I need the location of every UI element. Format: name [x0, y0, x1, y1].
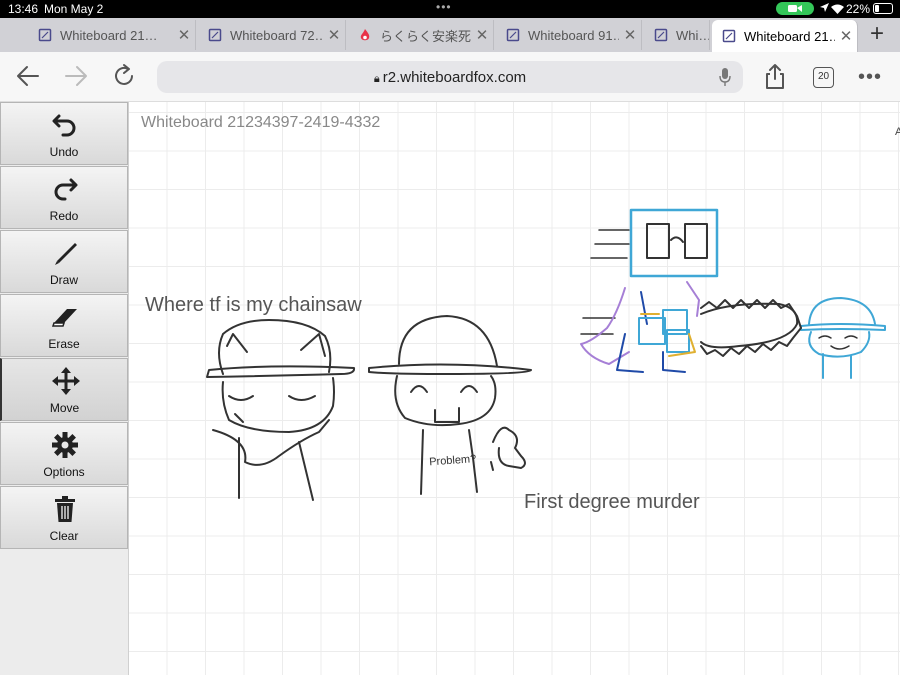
more-menu-icon[interactable]: •••	[858, 66, 882, 89]
clear-label: Clear	[49, 529, 79, 543]
undo-icon	[52, 114, 76, 137]
forward-arrow-icon	[65, 66, 87, 86]
cube-head-character-sketch	[580, 208, 719, 373]
redo-button[interactable]: Redo	[0, 166, 128, 229]
undo-button[interactable]: Undo	[0, 102, 128, 165]
lock-icon: 🔒︎	[373, 73, 383, 85]
reload-button[interactable]	[110, 62, 140, 92]
back-arrow-icon	[17, 66, 39, 86]
address-bar[interactable]: 🔒︎ r2.whiteboardfox.com	[157, 61, 743, 93]
status-bar: 13:46 Mon May 2 ••• 22%	[0, 0, 900, 18]
move-arrows-icon	[52, 367, 80, 395]
back-button[interactable]	[14, 62, 44, 92]
move-label: Move	[49, 401, 80, 415]
close-tab-icon[interactable]: ✕	[471, 26, 493, 44]
whiteboard-page-icon	[506, 28, 520, 42]
tab-label: Whiteboard 91…	[528, 27, 619, 43]
whiteboard-page-icon	[654, 28, 668, 42]
tab-label: Whi…	[676, 27, 709, 43]
pencil-icon	[55, 243, 77, 265]
caption-murder: First degree murder	[524, 491, 700, 513]
cat-character-sketch	[206, 319, 356, 501]
tab-whiteboard-2[interactable]: Whiteboard 72… ✕	[198, 20, 346, 50]
share-icon	[766, 64, 784, 89]
tab-label: らくらく安楽死…	[380, 28, 471, 44]
status-date: Mon May 2	[44, 2, 104, 16]
chainsaw-sketch	[700, 299, 802, 357]
location-icon	[820, 2, 829, 16]
whiteboard-page-icon	[38, 28, 52, 42]
flame-icon	[358, 28, 372, 42]
close-tab-icon[interactable]: ✕	[619, 26, 641, 44]
move-button[interactable]: Move	[0, 358, 128, 421]
undo-label: Undo	[49, 145, 79, 159]
redo-label: Redo	[49, 209, 79, 223]
eraser-icon	[51, 309, 77, 327]
page-content: Undo Redo Draw Erase Move Options Clear …	[0, 102, 900, 675]
options-button[interactable]: Options	[0, 422, 128, 485]
tab-whiteboard-active[interactable]: Whiteboard 21… ✕	[712, 20, 858, 52]
tab-whiteboard-1[interactable]: Whiteboard 21… ✕	[28, 20, 196, 50]
multitasking-dots-icon[interactable]: •••	[436, 0, 452, 14]
blue-hat-face-sketch	[800, 297, 886, 379]
status-time: 13:46	[8, 2, 39, 16]
tab-rakuraku[interactable]: らくらく安楽死… ✕	[348, 20, 494, 50]
shirt-text: Problem?	[429, 453, 477, 468]
close-tab-icon[interactable]: ✕	[835, 27, 857, 45]
trash-icon	[55, 496, 75, 522]
whiteboard-toolbar: Undo Redo Draw Erase Move Options Clear	[0, 102, 129, 675]
erase-button[interactable]: Erase	[0, 294, 128, 357]
tab-label: Whiteboard 72…	[230, 27, 323, 43]
redo-icon	[54, 178, 78, 201]
tab-label: Whiteboard 21…	[744, 28, 835, 44]
battery-icon	[873, 3, 893, 14]
whiteboard-canvas[interactable]: Whiteboard 21234397-2419-4332 A Problem?…	[129, 102, 900, 675]
draw-button[interactable]: Draw	[0, 230, 128, 293]
forward-button[interactable]	[62, 62, 92, 92]
microphone-icon[interactable]	[719, 68, 731, 91]
tab-bar: Whiteboard 21… ✕ Whiteboard 72… ✕ らくらく安楽…	[0, 18, 900, 52]
hat-character-sketch	[368, 315, 532, 495]
close-tab-icon[interactable]: ✕	[323, 26, 345, 44]
gear-icon	[52, 432, 78, 458]
sketch-drawings: Problem?	[206, 208, 886, 501]
tab-label: Whiteboard 21…	[60, 27, 158, 43]
battery-fill	[875, 5, 879, 12]
share-button[interactable]	[762, 62, 792, 92]
tab-whiteboard-3[interactable]: Whiteboard 91… ✕	[496, 20, 642, 50]
speed-lines-sketch	[580, 229, 630, 335]
whiteboard-page-icon	[208, 28, 222, 42]
url-display: 🔒︎ r2.whiteboardfox.com	[157, 69, 743, 86]
clear-button[interactable]: Clear	[0, 486, 128, 549]
close-tab-icon[interactable]: ✕	[173, 26, 195, 44]
caption-chainsaw: Where tf is my chainsaw	[145, 294, 362, 316]
tab-count-button[interactable]: 20	[813, 67, 834, 88]
wifi-icon	[831, 3, 844, 17]
options-label: Options	[43, 465, 85, 479]
new-tab-button[interactable]: +	[860, 20, 894, 50]
tab-whiteboard-4[interactable]: Whi…	[644, 20, 710, 50]
url-text: r2.whiteboardfox.com	[382, 69, 527, 86]
browser-toolbar: 🔒︎ r2.whiteboardfox.com 20 •••	[0, 52, 900, 102]
draw-label: Draw	[49, 273, 78, 287]
reload-icon	[115, 64, 133, 85]
camera-in-use-icon	[776, 2, 814, 15]
erase-label: Erase	[48, 337, 80, 351]
whiteboard-page-icon	[722, 29, 736, 43]
battery-percentage: 22%	[846, 2, 871, 16]
